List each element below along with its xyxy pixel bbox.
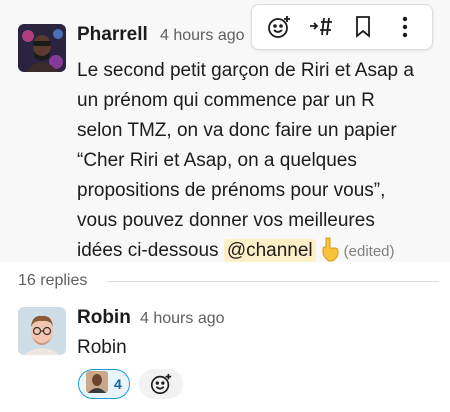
add-reaction-button[interactable] [139, 369, 183, 399]
custom-emoji-icon [86, 370, 108, 398]
message-line: “Cher Riri et Asap, on a quelques [77, 150, 357, 171]
message-line: vous pouvez donner vos meilleures [77, 210, 375, 231]
reply-body: Robin [77, 337, 127, 358]
message-line-last: idées ci-dessous @channel (edited) [77, 236, 437, 272]
reply-author[interactable]: Robin [77, 307, 131, 329]
forward-to-channel-icon[interactable] [304, 10, 338, 44]
message-line: un prénom qui commence par un R [77, 90, 375, 111]
avatar-pharrell[interactable] [18, 24, 66, 72]
reaction-count: 4 [114, 376, 122, 392]
message-timestamp[interactable]: 4 hours ago [160, 27, 245, 45]
message-line: selon TMZ, on va donc faire un papier [77, 120, 397, 141]
thread-replies-count: 16 replies [18, 272, 88, 289]
message-line: Le second petit garçon de Riri et Asap a [77, 60, 414, 81]
add-reaction-icon[interactable] [262, 10, 296, 44]
bookmark-icon[interactable] [346, 10, 380, 44]
more-actions-icon[interactable] [388, 10, 422, 44]
thread-divider [107, 281, 439, 282]
add-reaction-icon [150, 373, 172, 395]
avatar-robin[interactable] [18, 307, 66, 355]
message-line: idées ci-dessous [77, 240, 219, 261]
point-down-emoji-icon [320, 236, 340, 272]
reply-timestamp[interactable]: 4 hours ago [140, 310, 225, 328]
channel-mention[interactable]: @channel [223, 239, 316, 262]
message-actions-toolbar [251, 4, 433, 50]
edited-label: (edited) [343, 243, 395, 260]
message-author[interactable]: Pharrell [77, 24, 148, 46]
message-body: Le second petit garçon de Riri et Asap a… [77, 56, 437, 272]
message-line: propositions de prénoms pour vous”, [77, 180, 386, 201]
reaction-pill[interactable]: 4 [78, 369, 130, 399]
